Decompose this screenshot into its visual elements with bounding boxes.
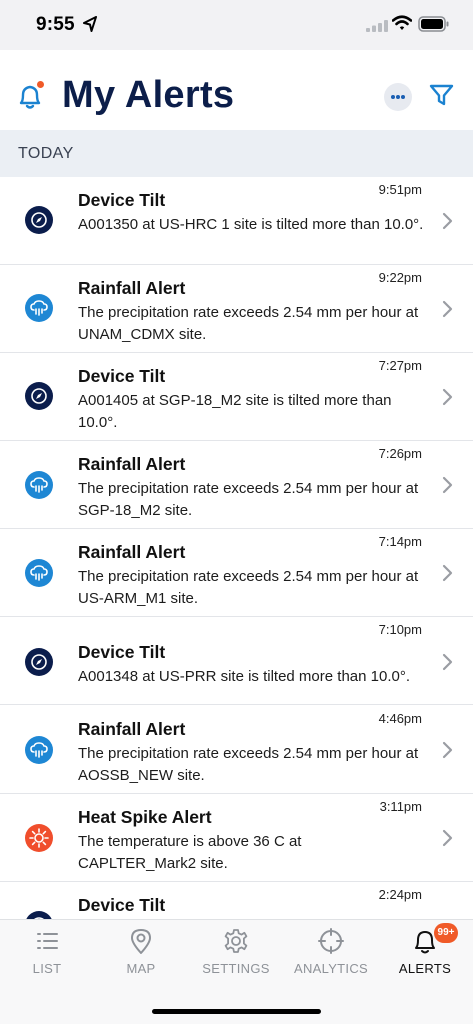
alert-time: 7:10pm bbox=[378, 622, 422, 637]
status-bar: 9:55 bbox=[0, 0, 473, 50]
alert-time: 9:51pm bbox=[378, 182, 422, 197]
tab-label: LIST bbox=[32, 961, 62, 976]
chevron-right-icon bbox=[442, 564, 453, 582]
alert-time: 7:14pm bbox=[378, 534, 422, 549]
alert-title: Device Tilt bbox=[78, 366, 166, 386]
page-title: My Alerts bbox=[62, 74, 235, 116]
alert-title: Heat Spike Alert bbox=[78, 807, 212, 827]
alert-row[interactable]: Rainfall Alert 9:22pm The precipitation … bbox=[0, 265, 473, 353]
chevron-right-icon bbox=[442, 741, 453, 759]
alert-title: Rainfall Alert bbox=[78, 719, 186, 739]
battery-icon bbox=[418, 16, 449, 32]
cellular-signal-icon bbox=[366, 20, 388, 32]
alert-time: 9:22pm bbox=[378, 270, 422, 285]
alert-title: Device Tilt bbox=[78, 190, 166, 210]
alert-time: 3:11pm bbox=[379, 799, 422, 814]
home-indicator[interactable] bbox=[152, 1009, 321, 1014]
tab-label: MAP bbox=[126, 961, 156, 976]
rain-cloud-icon bbox=[25, 736, 53, 764]
compass-icon bbox=[25, 206, 53, 234]
tab-map[interactable]: MAP bbox=[94, 920, 188, 990]
more-options-button[interactable] bbox=[384, 83, 412, 111]
alert-message: The precipitation rate exceeds 2.54 mm p… bbox=[78, 480, 419, 519]
header: My Alerts bbox=[0, 50, 473, 130]
rain-cloud-icon bbox=[25, 559, 53, 587]
chevron-right-icon bbox=[442, 212, 453, 230]
tab-alerts[interactable]: 99+ ALERTS bbox=[378, 920, 472, 990]
compass-icon bbox=[25, 648, 53, 676]
filter-icon[interactable] bbox=[429, 84, 454, 107]
alert-message: The precipitation rate exceeds 2.54 mm p… bbox=[78, 568, 419, 607]
alert-message: The temperature is above 36 C at CAPLTER… bbox=[78, 833, 302, 872]
alert-time: 2:24pm bbox=[378, 887, 422, 902]
chevron-right-icon bbox=[442, 300, 453, 318]
alert-row[interactable]: Device Tilt 9:51pm A001350 at US-HRC 1 s… bbox=[0, 177, 473, 265]
alert-row[interactable]: Device Tilt 7:27pm A001405 at SGP-18_M2 … bbox=[0, 353, 473, 441]
alert-title: Rainfall Alert bbox=[78, 454, 186, 474]
alert-row[interactable]: Rainfall Alert 7:14pm The precipitation … bbox=[0, 529, 473, 617]
alert-message: The precipitation rate exceeds 2.54 mm p… bbox=[78, 304, 419, 343]
chevron-right-icon bbox=[442, 829, 453, 847]
alert-title: Device Tilt bbox=[78, 895, 166, 915]
alert-row[interactable]: Heat Spike Alert 3:11pm The temperature … bbox=[0, 794, 473, 882]
location-arrow-icon bbox=[83, 16, 97, 32]
sun-icon bbox=[25, 824, 53, 852]
alert-row[interactable]: Device Tilt 2:24pm bbox=[0, 882, 473, 919]
alert-row[interactable]: Rainfall Alert 7:26pm The precipitation … bbox=[0, 441, 473, 529]
compass-icon bbox=[25, 382, 53, 410]
tab-analytics[interactable]: ANALYTICS bbox=[284, 920, 378, 990]
bell-icon[interactable] bbox=[16, 80, 46, 112]
alert-row[interactable]: Rainfall Alert 4:46pm The precipitation … bbox=[0, 706, 473, 794]
alert-time: 7:27pm bbox=[378, 358, 422, 373]
alert-message: The precipitation rate exceeds 2.54 mm p… bbox=[78, 745, 419, 784]
alert-row[interactable]: Device Tilt 7:10pm A001348 at US-PRR sit… bbox=[0, 617, 473, 705]
section-label: TODAY bbox=[18, 145, 74, 162]
alert-time: 7:26pm bbox=[378, 446, 422, 461]
alert-list[interactable]: Device Tilt 9:51pm A001350 at US-HRC 1 s… bbox=[0, 177, 473, 919]
alert-message: A001350 at US-HRC 1 site is tilted more … bbox=[78, 216, 424, 233]
crosshair-icon bbox=[318, 928, 344, 954]
rain-cloud-icon bbox=[25, 294, 53, 322]
notification-badge: 99+ bbox=[434, 923, 458, 943]
wifi-icon bbox=[392, 15, 412, 30]
more-dots-icon bbox=[391, 95, 405, 99]
tab-label: ALERTS bbox=[398, 961, 452, 976]
section-header-today: TODAY bbox=[0, 130, 473, 177]
alert-title: Rainfall Alert bbox=[78, 278, 186, 298]
gear-icon bbox=[224, 929, 248, 953]
tab-bar: LIST MAP SETTINGS ANALYTICS 99+ ALERTS bbox=[0, 919, 473, 1024]
alert-time: 4:46pm bbox=[378, 711, 422, 726]
list-icon bbox=[37, 933, 58, 949]
tab-list[interactable]: LIST bbox=[0, 920, 94, 990]
chevron-right-icon bbox=[442, 388, 453, 406]
rain-cloud-icon bbox=[25, 471, 53, 499]
tab-label: SETTINGS bbox=[202, 961, 270, 976]
tab-settings[interactable]: SETTINGS bbox=[189, 920, 283, 990]
alert-message: A001348 at US-PRR site is tilted more th… bbox=[78, 668, 410, 685]
tab-label: ANALYTICS bbox=[294, 961, 368, 976]
chevron-right-icon bbox=[442, 653, 453, 671]
alert-title: Device Tilt bbox=[78, 642, 166, 662]
chevron-right-icon bbox=[442, 476, 453, 494]
compass-icon bbox=[25, 911, 53, 919]
status-time: 9:55 bbox=[36, 14, 75, 35]
map-pin-icon bbox=[131, 929, 151, 954]
alert-title: Rainfall Alert bbox=[78, 542, 186, 562]
alert-message: A001405 at SGP-18_M2 site is tilted more… bbox=[78, 392, 392, 431]
